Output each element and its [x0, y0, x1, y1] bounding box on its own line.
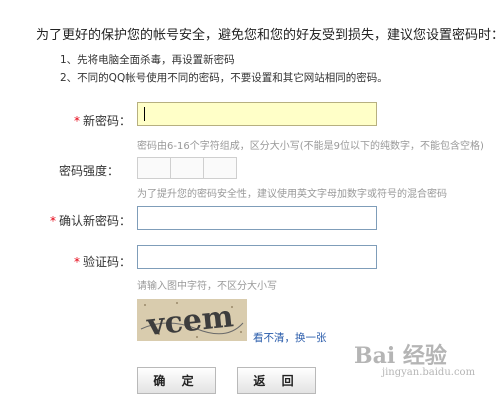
new-password-label: * 新密码： [73, 114, 131, 128]
captcha-image: vcem [137, 299, 247, 341]
strength-meter [137, 157, 237, 179]
strength-segment-weak [137, 157, 171, 179]
intro-text: 为了更好的保护您的帐号安全，避免您和您的好友受到损失，建议您设置密码时： [36, 28, 500, 43]
required-mark: * [73, 255, 80, 269]
confirm-password-input[interactable] [137, 206, 377, 230]
back-button[interactable]: 返 回 [237, 367, 316, 394]
confirm-password-label: * 确认新密码： [49, 214, 131, 228]
required-mark: * [49, 214, 56, 228]
confirm-button[interactable]: 确 定 [137, 367, 216, 394]
required-mark: * [73, 114, 80, 128]
tip-2: 2、不同的QQ帐号使用不同的密码，不要设置和其它网站相同的密码。 [60, 72, 388, 84]
tip-1: 1、先将电脑全面杀毒，再设置新密码 [60, 54, 235, 66]
text-caret [144, 107, 145, 121]
watermark-logo: Bai 经验 [354, 343, 447, 369]
captcha-input[interactable] [137, 245, 377, 269]
strength-segment-strong [203, 157, 237, 179]
watermark-url: jingyan.baidu.com [382, 367, 476, 378]
strength-label: 密码强度： [58, 164, 119, 178]
strength-hint: 为了提升您的密码安全性，建议使用英文字母加数字或符号的混合密码 [137, 189, 447, 200]
new-password-input[interactable] [137, 102, 377, 126]
refresh-captcha-link[interactable]: 看不清，换一张 [253, 330, 327, 345]
captcha-hint: 请输入图中字符，不区分大小写 [137, 281, 277, 292]
captcha-noise-icon: vcem [137, 299, 247, 341]
captcha-label: * 验证码： [73, 255, 131, 269]
strength-segment-medium [170, 157, 204, 179]
new-password-hint: 密码由6-16个字符组成，区分大小写(不能是9位以下的纯数字，不能包含空格) [137, 141, 484, 152]
